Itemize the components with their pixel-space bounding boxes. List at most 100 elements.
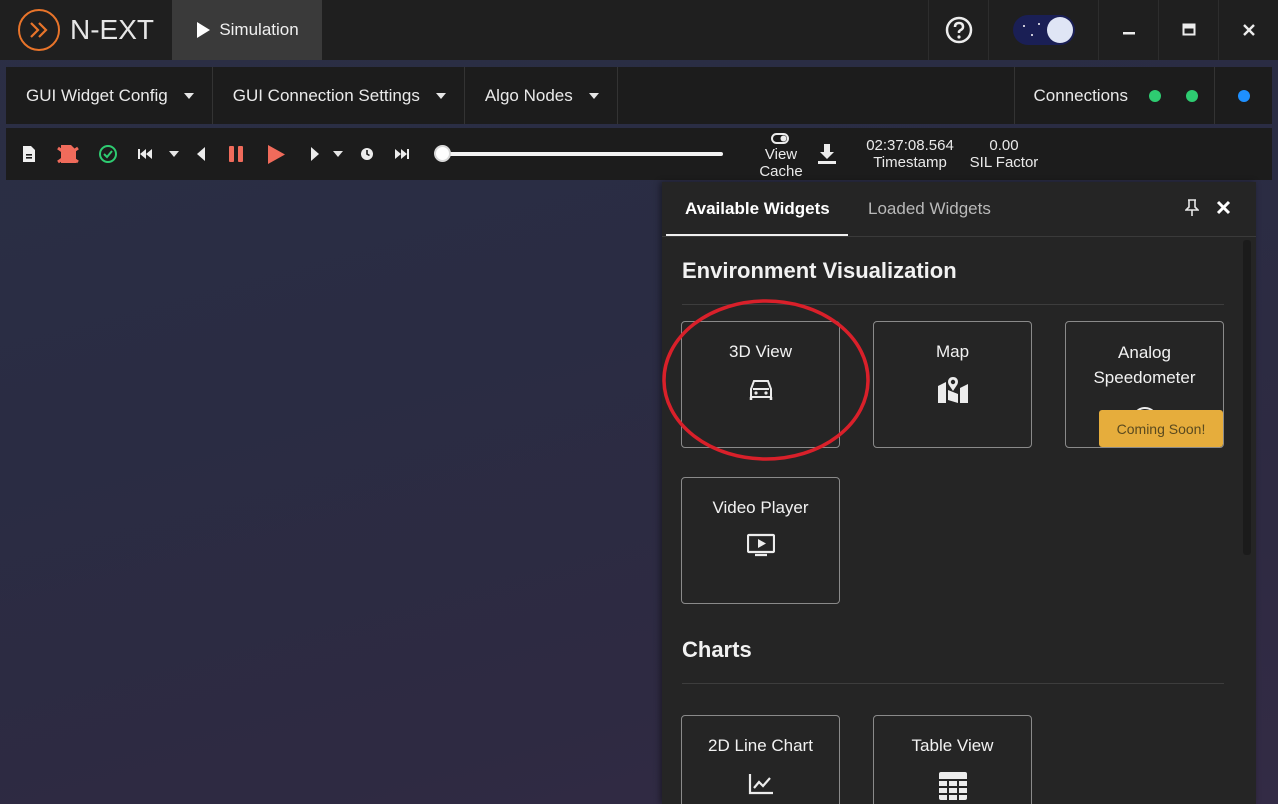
widget-card-title-line1: Analog [1118,343,1171,362]
section-title-charts: Charts [682,637,752,662]
step-forward-options-dropdown[interactable] [332,142,344,166]
check-circle-icon [99,145,117,163]
video-player-icon [746,533,775,557]
logo-text: N-EXT [70,14,154,45]
help-icon [945,16,972,44]
close-icon [1242,24,1255,36]
view-cache-toggle[interactable] [770,130,790,146]
tab-simulation-label: Simulation [219,20,299,39]
tab-available-widgets[interactable]: Available Widgets [685,199,830,219]
download-icon [818,144,836,164]
menu-algo-nodes-label: Algo Nodes [484,85,573,105]
menu-gui-widget-config[interactable]: GUI Widget Config [6,67,213,124]
theme-toggle[interactable] [988,0,1098,60]
logo-chevrons-icon [18,9,60,51]
widget-card-video-player[interactable]: Video Player [681,477,840,604]
widget-card-3d-view[interactable]: 3D View [681,321,840,448]
timestamp-readout: 02:37:08.564 Timestamp [855,137,965,171]
maximize-button[interactable] [1158,0,1218,60]
toggle-icon [771,132,789,144]
timestamp-label: Timestamp [873,154,947,171]
section-divider [682,683,1224,684]
menu-gui-widget-config-label: GUI Widget Config [26,85,168,105]
tab-simulation[interactable]: Simulation [172,0,322,60]
chevron-down-icon [435,92,446,99]
clock-icon [361,148,373,160]
confirm-button[interactable] [97,142,119,166]
file-icon [23,146,35,162]
widgets-panel-tabs: Available Widgets Loaded Widgets [662,182,1256,237]
chevron-down-icon [333,151,343,157]
pin-icon [1184,199,1200,216]
pin-panel-button[interactable] [1184,199,1200,222]
step-forward-button[interactable] [307,142,321,166]
sil-factor-value: 0.00 [989,137,1019,154]
widget-card-map[interactable]: Map [873,321,1032,448]
step-back-button[interactable] [194,142,208,166]
pause-icon [229,146,243,162]
widget-card-title: 2D Line Chart [708,736,813,755]
play-icon [268,144,285,164]
timer-button[interactable] [359,142,375,166]
connection-status-dot [1148,89,1161,102]
help-button[interactable] [928,0,988,60]
widget-card-title: Table View [911,736,994,755]
view-cache-label-line1: View [764,146,798,163]
menu-algo-nodes[interactable]: Algo Nodes [465,67,618,124]
minimize-button[interactable] [1098,0,1158,60]
theme-toggle-switch [1012,15,1075,45]
sil-factor-label: SIL Factor [969,154,1039,171]
widgets-panel: Available Widgets Loaded Widgets Environ… [662,182,1256,804]
sil-factor-readout: 0.00 SIL Factor [962,137,1046,171]
widget-card-analog-speedometer[interactable]: Analog Speedometer Coming Soon! [1065,321,1224,448]
title-bar: N-EXT Simulation [0,0,1278,60]
step-back-options-dropdown[interactable] [168,142,180,166]
minimize-icon [1122,32,1135,35]
chevron-down-icon [169,151,179,157]
view-cache-label: View Cache [756,146,806,180]
table-icon [938,772,967,800]
pause-button[interactable] [226,142,246,166]
car-icon [749,380,772,400]
widget-card-title: 3D View [729,342,792,361]
connection-status-dot [1237,89,1250,102]
section-divider [682,304,1224,305]
app-logo: N-EXT [0,0,172,60]
moon-icon [1046,17,1073,43]
close-icon [1216,200,1231,215]
widget-card-title: Video Player [712,498,809,517]
skip-to-start-button[interactable] [136,142,154,166]
tab-loaded-widgets[interactable]: Loaded Widgets [868,199,991,219]
play-icon [197,22,211,38]
menu-gui-connection-settings-label: GUI Connection Settings [232,85,420,105]
chevron-down-icon [183,92,194,99]
menu-gui-connection-settings[interactable]: GUI Connection Settings [213,67,465,124]
skip-to-end-button[interactable] [393,142,411,166]
coming-soon-badge: Coming Soon! [1099,410,1223,447]
widget-card-title-line2: Speedometer [1093,368,1196,387]
open-recording-button[interactable] [20,142,38,166]
step-forward-icon [310,147,319,161]
download-button[interactable] [816,142,838,166]
maximize-icon [1182,23,1195,36]
menu-bar: GUI Widget Config GUI Connection Setting… [6,67,1272,124]
chevron-down-icon [588,92,599,99]
line-chart-icon [748,774,773,795]
playback-progress-track[interactable] [442,152,723,156]
play-button[interactable] [265,142,287,166]
view-cache-label-line2: Cache [759,163,803,180]
close-panel-button[interactable] [1216,200,1231,220]
skip-back-icon [138,149,152,159]
active-tab-indicator [666,234,848,236]
widget-card-2d-line-chart[interactable]: 2D Line Chart [681,715,840,804]
panel-scrollbar[interactable] [1243,240,1251,555]
widget-card-table-view[interactable]: Table View [873,715,1032,804]
connections-status[interactable]: Connections [1014,67,1272,124]
close-window-button[interactable] [1218,0,1278,60]
step-back-icon [196,147,205,161]
close-recording-button[interactable] [56,142,80,166]
skip-forward-icon [395,149,409,159]
section-title-environment-visualization: Environment Visualization [682,258,957,283]
playback-progress-handle[interactable] [434,145,451,162]
widget-card-title: Map [935,342,970,361]
